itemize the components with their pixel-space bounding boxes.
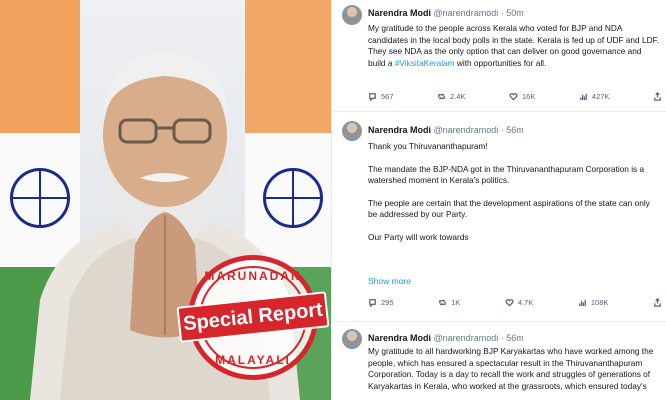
stamp-top-text: MARUNADAN <box>204 269 302 283</box>
retweet-button[interactable]: 1K <box>438 298 460 307</box>
tweet-time: · 56m <box>500 125 524 135</box>
share-button[interactable] <box>653 298 662 307</box>
author-name[interactable]: Narendra Modi <box>368 8 431 18</box>
show-more-link[interactable]: Show more <box>368 276 411 286</box>
tweet[interactable]: Narendra Modi @narendramodi · 56m Thank … <box>332 115 666 322</box>
views-icon <box>579 299 586 307</box>
views-button[interactable]: 108K <box>578 298 608 307</box>
tweet-header: Narendra Modi @narendramodi · 50m <box>368 8 524 18</box>
author-handle[interactable]: @narendramodi <box>434 8 499 18</box>
tweet-feed: Narendra Modi @narendramodi · 50m My gra… <box>331 0 666 400</box>
stamp-bottom-text: MALAYALI <box>215 353 291 367</box>
avatar[interactable] <box>342 5 362 25</box>
tweet-actions: 295 1K 4.7K 108K <box>368 298 662 307</box>
tweet-text: My gratitude to the people across Kerala… <box>368 23 660 68</box>
tweet-text: My gratitude to all hardworking BJP Kary… <box>368 346 654 391</box>
reply-icon <box>369 93 376 101</box>
tweet-header: Narendra Modi @narendramodi · 56m <box>368 125 524 135</box>
photo-panel: MARUNADAN Special Report MALAYALI <box>0 0 331 400</box>
retweet-icon <box>439 299 446 306</box>
share-button[interactable] <box>653 92 662 101</box>
hashtag-link[interactable]: #ViksitaKeralam <box>395 58 455 68</box>
views-icon <box>580 93 587 101</box>
tweet-text: Thank you Thiruvananthapuram! The mandat… <box>368 141 650 242</box>
avatar[interactable] <box>342 121 362 141</box>
author-handle[interactable]: @narendramodi <box>434 333 499 343</box>
special-report-stamp: MARUNADAN Special Report MALAYALI <box>176 255 330 380</box>
views-button[interactable]: 427K <box>579 92 609 101</box>
reply-button[interactable]: 295 <box>368 298 394 307</box>
retweet-icon <box>438 93 445 100</box>
author-handle[interactable]: @narendramodi <box>434 125 499 135</box>
tweet[interactable]: Narendra Modi @narendramodi · 56m My gra… <box>332 325 666 400</box>
avatar[interactable] <box>342 329 362 349</box>
tweet-header: Narendra Modi @narendramodi · 56m <box>368 333 524 343</box>
share-icon <box>654 298 661 307</box>
retweet-button[interactable]: 2.4K <box>437 92 465 101</box>
heart-icon <box>505 299 514 307</box>
like-button[interactable]: 16K <box>509 92 535 101</box>
heart-icon <box>509 93 518 101</box>
reply-icon <box>369 299 376 307</box>
tweet-time: · 50m <box>500 8 524 18</box>
reply-button[interactable]: 567 <box>368 92 394 101</box>
tweet-actions: 567 2.4K 16K 427K <box>368 92 662 101</box>
tweet[interactable]: Narendra Modi @narendramodi · 50m My gra… <box>332 0 666 112</box>
author-name[interactable]: Narendra Modi <box>368 125 431 135</box>
like-button[interactable]: 4.7K <box>505 298 533 307</box>
tweet-time: · 56m <box>500 333 524 343</box>
share-icon <box>654 92 661 101</box>
author-name[interactable]: Narendra Modi <box>368 333 431 343</box>
